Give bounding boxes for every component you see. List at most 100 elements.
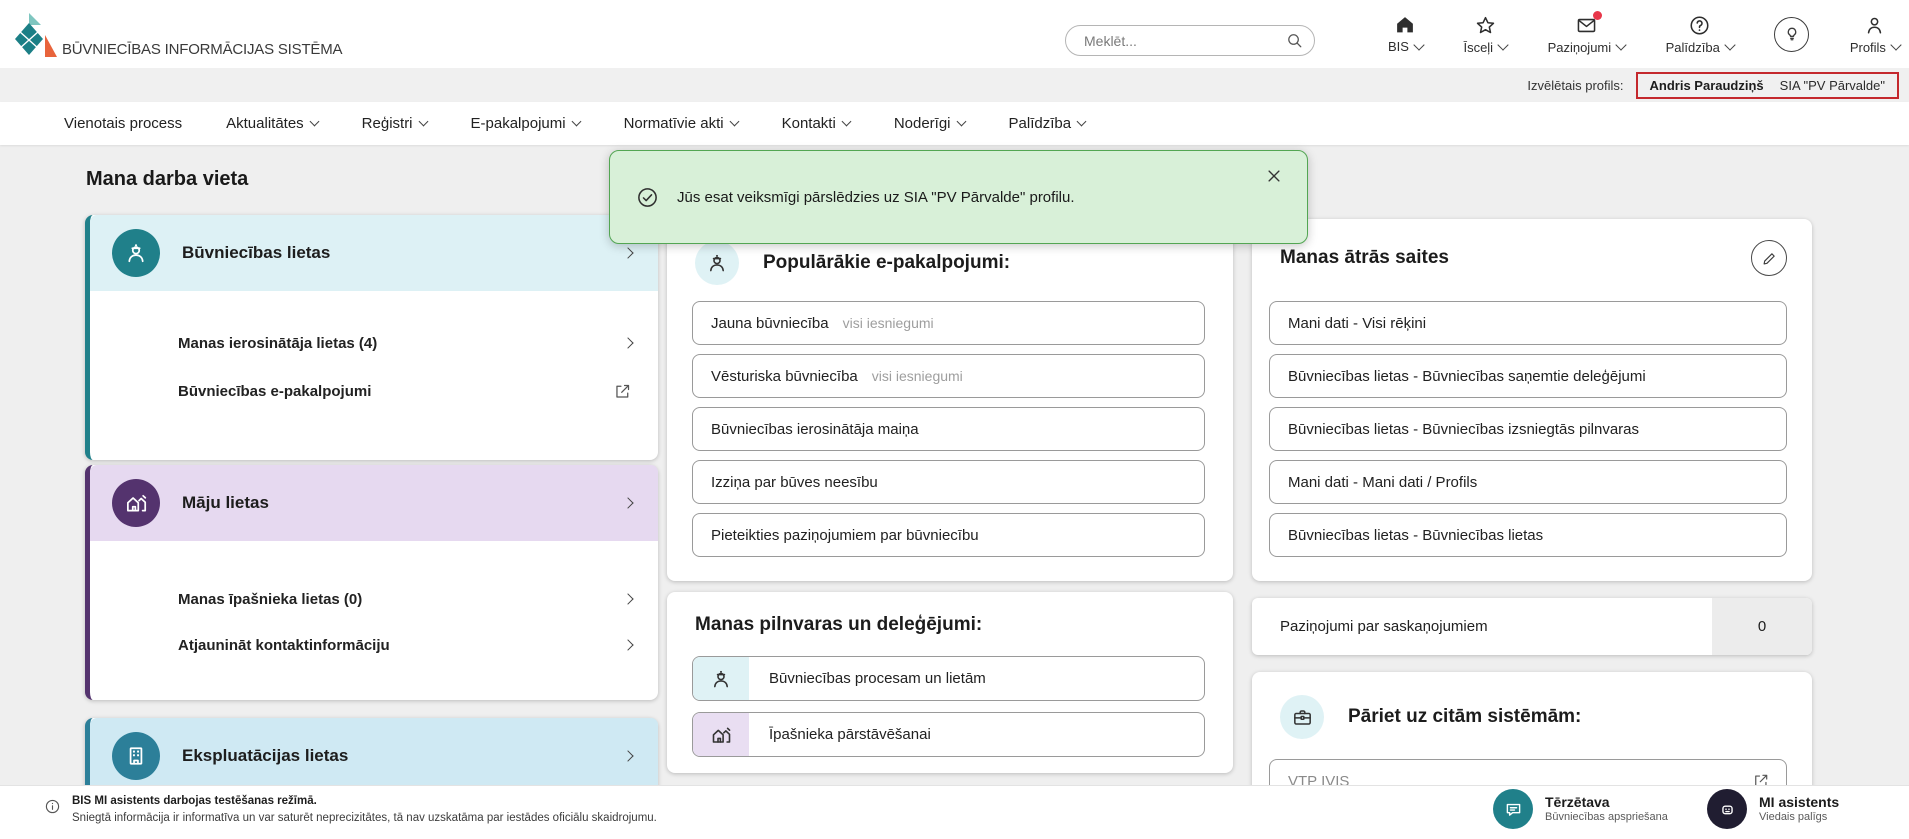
button-ierosinataja-maina[interactable]: Būvniecības ierosinātāja maiņa: [692, 407, 1205, 451]
chat-bubble-icon: [1493, 789, 1533, 829]
header-menu: BIS Īsceļi Paziņojumi Palīdzība: [1388, 7, 1900, 61]
button-ipasnieka-parstavesanai[interactable]: Īpašnieka pārstāvēšanai: [692, 712, 1205, 757]
selected-profile-box[interactable]: Andris Paraudziņš SIA "PV Pārvalde": [1636, 72, 1899, 99]
quicklink-mani-dati-profils[interactable]: Mani dati - Mani dati / Profils: [1269, 460, 1787, 504]
popular-title: Populārākie e-pakalpojumi:: [763, 252, 1010, 274]
button-label: Mani dati - Visi rēķini: [1288, 315, 1426, 332]
menu-label: BIS: [1388, 39, 1409, 54]
info-icon: [44, 798, 61, 815]
construction-worker-icon: [112, 229, 160, 277]
sidebar-item-ipasnieka-lietas[interactable]: Manas īpašnieka lietas (0): [90, 575, 658, 623]
nav-label: Vienotais process: [64, 115, 182, 132]
chevron-right-icon: [622, 750, 633, 761]
menu-item-shortcuts[interactable]: Īsceļi: [1463, 14, 1507, 55]
quicklinks-buttons: Mani dati - Visi rēķini Būvniecības liet…: [1269, 301, 1787, 557]
search-box: [1065, 25, 1315, 56]
app-title: BŪVNIECĪBAS INFORMĀCIJAS SISTĒMA: [62, 41, 342, 58]
quicklinks-title: Manas ātrās saites: [1280, 247, 1449, 269]
search-icon[interactable]: [1285, 31, 1304, 50]
quicklink-visi-rekini[interactable]: Mani dati - Visi rēķini: [1269, 301, 1787, 345]
assistant-launcher-button[interactable]: [1774, 17, 1809, 52]
quicklink-izsniegtas-pilnvaras[interactable]: Būvniecības lietas - Būvniecības izsnieg…: [1269, 407, 1787, 451]
ai-assistant-launcher-button[interactable]: MI asistents Viedais palīgs: [1707, 789, 1839, 829]
nav-item-palidziba[interactable]: Palīdzība: [1009, 115, 1086, 132]
chevron-down-icon: [1497, 39, 1508, 50]
nav-item-kontakti[interactable]: Kontakti: [782, 115, 850, 132]
chevron-down-icon: [729, 117, 739, 127]
nav-label: Normatīvie akti: [624, 115, 724, 132]
chevron-down-icon: [841, 117, 851, 127]
close-icon[interactable]: [1265, 167, 1283, 185]
card-header-buvniecibas-lietas[interactable]: Būvniecības lietas: [90, 215, 658, 291]
nav-item-normativie-akti[interactable]: Normatīvie akti: [624, 115, 738, 132]
chat-launcher-button[interactable]: Tērzētava Būvniecības apspriešana: [1493, 789, 1668, 829]
button-label: Īpašnieka pārstāvēšanai: [769, 713, 931, 756]
button-label: Jauna būvniecība: [711, 315, 829, 332]
check-circle-icon: [636, 186, 659, 209]
chevron-down-icon: [1724, 39, 1735, 50]
card-maju-lietas: Māju lietas Manas īpašnieka lietas (0) A…: [85, 465, 658, 700]
footer: BIS MI asistents darbojas testēšanas rež…: [0, 785, 1909, 839]
edit-quicklinks-button[interactable]: [1751, 240, 1787, 276]
menu-label: Palīdzība: [1666, 40, 1720, 55]
quicklink-sanemtie-delegejumi[interactable]: Būvniecības lietas - Būvniecības saņemti…: [1269, 354, 1787, 398]
approvals-row[interactable]: Paziņojumi par saskaņojumiem 0: [1252, 598, 1812, 655]
sidebar-item-buvniecibas-epakalpojumi[interactable]: Būvniecības e-pakalpojumi: [90, 367, 658, 415]
external-link-icon: [613, 382, 632, 401]
nav-item-noderigi[interactable]: Noderīgi: [894, 115, 965, 132]
button-label: Pieteikties paziņojumiem par būvniecību: [711, 527, 979, 544]
houses-icon: [112, 479, 160, 527]
mandates-header: Manas pilnvaras un deleģējumi:: [695, 614, 982, 636]
sidebar-item-ierosinataja-lietas[interactable]: Manas ierosinātāja lietas (4): [90, 319, 658, 367]
sidebar-item-atjauninat-kontaktinformaciju[interactable]: Atjaunināt kontaktinformāciju: [90, 621, 658, 669]
menu-item-profile[interactable]: Profils: [1850, 14, 1900, 55]
card-header-ekspluatacijas-lietas[interactable]: Ekspluatācijas lietas: [90, 718, 658, 794]
button-vesturiska-buvnieciba[interactable]: Vēsturiska būvniecība visi iesniegumi: [692, 354, 1205, 398]
button-jauna-buvnieciba[interactable]: Jauna būvniecība visi iesniegumi: [692, 301, 1205, 345]
card-mandates: Manas pilnvaras un deleģējumi: Būvniecīb…: [667, 592, 1233, 773]
bis-logo-icon[interactable]: [14, 12, 60, 67]
nav-item-epakalpojumi[interactable]: E-pakalpojumi: [471, 115, 580, 132]
profile-company: SIA "PV Pārvalde": [1780, 78, 1885, 93]
success-toast: Jūs esat veiksmīgi pārslēdzies uz SIA "P…: [609, 150, 1308, 244]
menu-item-notifications[interactable]: Paziņojumi: [1548, 14, 1626, 55]
button-pieteikties-pazinojumiem[interactable]: Pieteikties paziņojumiem par būvniecību: [692, 513, 1205, 557]
approvals-label: Paziņojumi par saskaņojumiem: [1252, 618, 1712, 635]
nav-label: Kontakti: [782, 115, 836, 132]
search-input[interactable]: [1082, 32, 1285, 50]
chevron-down-icon: [418, 117, 428, 127]
card-title: Būvniecības lietas: [182, 243, 624, 263]
nav-item-vienotais-process[interactable]: Vienotais process: [64, 115, 182, 132]
quicklink-buvniecibas-lietas[interactable]: Būvniecības lietas - Būvniecības lietas: [1269, 513, 1787, 557]
sidebar-item-label: Būvniecības e-pakalpojumi: [178, 383, 613, 400]
home-icon: [1394, 14, 1416, 36]
nav-item-aktualitates[interactable]: Aktualitātes: [226, 115, 318, 132]
construction-worker-icon: [695, 241, 739, 285]
chevron-down-icon: [1077, 117, 1087, 127]
chevron-down-icon: [956, 117, 966, 127]
pencil-icon: [1761, 250, 1778, 267]
quicklinks-header: Manas ātrās saites: [1280, 247, 1449, 269]
nav-item-registri[interactable]: Reģistri: [362, 115, 427, 132]
nav-label: Reģistri: [362, 115, 413, 132]
button-izzina-par-buves-neesibu[interactable]: Izziņa par būves neesību: [692, 460, 1205, 504]
chevron-down-icon: [1413, 39, 1424, 50]
button-label: Mani dati - Mani dati / Profils: [1288, 474, 1477, 491]
chevron-down-icon: [309, 117, 319, 127]
menu-item-bis[interactable]: BIS: [1388, 14, 1423, 54]
lightbulb-icon: [1774, 17, 1809, 52]
page-title: Mana darba vieta: [86, 168, 248, 191]
chevron-down-icon: [1890, 39, 1901, 50]
button-suffix: visi iesniegumi: [872, 368, 963, 384]
chevron-right-icon: [622, 497, 633, 508]
card-header-maju-lietas[interactable]: Māju lietas: [90, 465, 658, 541]
button-label: Būvniecības ierosinātāja maiņa: [711, 421, 919, 438]
main-nav: Vienotais process Aktualitātes Reģistri …: [0, 102, 1909, 145]
person-icon: [1863, 14, 1886, 37]
card-buvniecibas-lietas: Būvniecības lietas Manas ierosinātāja li…: [85, 215, 658, 460]
chevron-down-icon: [1615, 39, 1626, 50]
button-buvniecibas-procesam[interactable]: Būvniecības procesam un lietām: [692, 656, 1205, 701]
card-quicklinks: Manas ātrās saites Mani dati - Visi rēķi…: [1252, 219, 1812, 581]
chat-subtitle: Būvniecības apspriešana: [1545, 811, 1668, 824]
menu-item-help[interactable]: Palīdzība: [1666, 14, 1734, 55]
